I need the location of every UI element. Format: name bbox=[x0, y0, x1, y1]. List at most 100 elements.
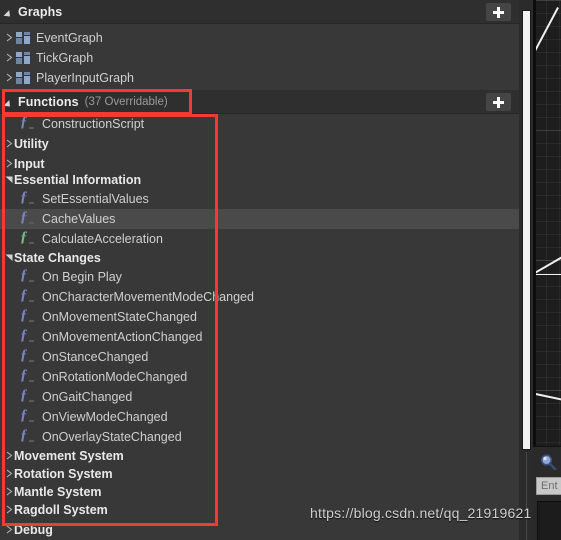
list-item-playerinputgraph[interactable]: PlayerInputGraph bbox=[0, 68, 519, 88]
expander-icon[interactable] bbox=[2, 248, 14, 268]
category-label: Input bbox=[14, 157, 45, 171]
list-item-label: OnStanceChanged bbox=[42, 350, 149, 364]
category-label: Movement System bbox=[14, 449, 124, 463]
list-item-label: OnViewModeChanged bbox=[42, 410, 168, 424]
category-row-essential-information[interactable]: Essential Information bbox=[0, 170, 519, 190]
function-icon: ƒ bbox=[20, 387, 36, 405]
list-item-label: CalculateAcceleration bbox=[42, 232, 163, 246]
chevron-down-icon bbox=[5, 176, 13, 183]
category-label: Mantle System bbox=[14, 485, 102, 499]
chevron-down-icon bbox=[5, 254, 13, 261]
list-item-label: OnGaitChanged bbox=[42, 390, 133, 404]
chevron-right-icon bbox=[6, 469, 13, 478]
list-item-onmovementstatechanged[interactable]: ƒ OnMovementStateChanged bbox=[0, 307, 519, 327]
list-item-label: CacheValues bbox=[42, 212, 116, 226]
category-row-mantle-system[interactable]: Mantle System bbox=[0, 482, 519, 502]
chevron-right-icon bbox=[6, 159, 13, 168]
function-icon: ƒ bbox=[20, 347, 36, 365]
function-icon: ƒ bbox=[20, 229, 36, 247]
expander-icon[interactable] bbox=[2, 446, 14, 466]
list-item-eventgraph[interactable]: EventGraph bbox=[0, 28, 519, 48]
expander-icon[interactable] bbox=[2, 48, 14, 68]
search-icon[interactable] bbox=[539, 453, 557, 471]
category-label: Debug bbox=[14, 523, 53, 537]
chevron-right-icon bbox=[6, 73, 13, 82]
graph-icon bbox=[16, 32, 31, 44]
list-item-label: PlayerInputGraph bbox=[36, 71, 134, 85]
graph-icon bbox=[16, 72, 31, 84]
chevron-down-icon[interactable] bbox=[5, 7, 15, 17]
category-row-utility[interactable]: Utility bbox=[0, 134, 519, 154]
expander-icon[interactable] bbox=[2, 134, 14, 154]
graph-wire bbox=[533, 274, 561, 275]
watermark-text: https://blog.csdn.net/qq_21919621 bbox=[310, 505, 532, 521]
panel-scrollbar[interactable] bbox=[519, 0, 533, 540]
category-label: Rotation System bbox=[14, 467, 113, 481]
list-item-label: TickGraph bbox=[36, 51, 94, 65]
chevron-right-icon bbox=[6, 451, 13, 460]
panel-scrollbar-thumb[interactable] bbox=[522, 10, 531, 450]
add-graph-button[interactable] bbox=[486, 3, 511, 21]
list-item-constructionscript[interactable]: ƒ ConstructionScript bbox=[0, 114, 519, 134]
list-item-tickgraph[interactable]: TickGraph bbox=[0, 48, 519, 68]
function-icon: ƒ bbox=[20, 327, 36, 345]
list-item-label: SetEssentialValues bbox=[42, 192, 149, 206]
function-icon: ƒ bbox=[20, 209, 36, 227]
list-item-onstancechanged[interactable]: ƒ OnStanceChanged bbox=[0, 347, 519, 367]
add-function-button[interactable] bbox=[486, 93, 511, 111]
my-blueprint-panel: Graphs EventGraph TickGraph PlayerInputG… bbox=[0, 0, 519, 540]
list-item-label: OnRotationModeChanged bbox=[42, 370, 188, 384]
list-item-label: ConstructionScript bbox=[42, 117, 145, 131]
function-icon: ƒ bbox=[20, 114, 36, 132]
list-item-label: OnCharacterMovementModeChanged bbox=[42, 290, 254, 304]
plus-icon bbox=[493, 96, 504, 108]
chevron-right-icon bbox=[6, 505, 13, 514]
category-label: Essential Information bbox=[14, 173, 142, 187]
category-row-rotation-system[interactable]: Rotation System bbox=[0, 464, 519, 484]
list-item-oncharactermovementmodechanged[interactable]: ƒ OnCharacterMovementModeChanged bbox=[0, 287, 519, 307]
category-label: Utility bbox=[14, 137, 49, 151]
list-item-onoverlaystatechanged[interactable]: ƒ OnOverlayStateChanged bbox=[0, 427, 519, 447]
category-row-movement-system[interactable]: Movement System bbox=[0, 446, 519, 466]
expander-icon[interactable] bbox=[2, 28, 14, 48]
function-icon: ƒ bbox=[20, 427, 36, 445]
section-subtitle-functions: (37 Overridable) bbox=[84, 95, 168, 108]
function-icon: ƒ bbox=[20, 307, 36, 325]
section-header-graphs[interactable]: Graphs bbox=[0, 0, 519, 24]
chevron-right-icon bbox=[6, 53, 13, 62]
list-item-ongaitchanged[interactable]: ƒ OnGaitChanged bbox=[0, 387, 519, 407]
category-row-debug[interactable]: Debug bbox=[0, 520, 519, 540]
section-title-functions: Functions bbox=[18, 94, 79, 109]
list-item-label: OnMovementActionChanged bbox=[42, 330, 203, 344]
list-item-onrotationmodechanged[interactable]: ƒ OnRotationModeChanged bbox=[0, 367, 519, 387]
list-item-calculateacceleration[interactable]: ƒ CalculateAcceleration bbox=[0, 229, 519, 249]
list-item-label: EventGraph bbox=[36, 31, 103, 45]
list-item-onmovementactionchanged[interactable]: ƒ OnMovementActionChanged bbox=[0, 327, 519, 347]
chevron-right-icon bbox=[6, 487, 13, 496]
list-item-on-begin-play[interactable]: ƒ On Begin Play bbox=[0, 267, 519, 287]
category-label: State Changes bbox=[14, 251, 101, 265]
section-title-graphs: Graphs bbox=[18, 4, 63, 19]
chevron-right-icon bbox=[6, 139, 13, 148]
function-icon: ƒ bbox=[20, 367, 36, 385]
section-header-functions[interactable]: Functions (37 Overridable) bbox=[0, 90, 519, 114]
expander-icon[interactable] bbox=[2, 68, 14, 88]
list-item-setessentialvalues[interactable]: ƒ SetEssentialValues bbox=[0, 189, 519, 209]
list-item-onviewmodechanged[interactable]: ƒ OnViewModeChanged bbox=[0, 407, 519, 427]
function-icon: ƒ bbox=[20, 287, 36, 305]
category-row-state-changes[interactable]: State Changes bbox=[0, 248, 519, 268]
search-input[interactable]: Ent bbox=[536, 477, 561, 495]
search-results-list[interactable] bbox=[537, 501, 561, 540]
list-item-label: On Begin Play bbox=[42, 270, 122, 284]
expander-icon[interactable] bbox=[2, 170, 14, 190]
expander-icon[interactable] bbox=[2, 500, 14, 520]
list-item-cachevalues[interactable]: ƒ CacheValues bbox=[0, 209, 519, 229]
expander-icon[interactable] bbox=[2, 520, 14, 540]
chevron-right-icon bbox=[6, 525, 13, 534]
list-item-label: OnMovementStateChanged bbox=[42, 310, 197, 324]
function-icon: ƒ bbox=[20, 407, 36, 425]
expander-icon[interactable] bbox=[2, 464, 14, 484]
expander-icon[interactable] bbox=[2, 482, 14, 502]
scrollbar-track-line bbox=[526, 452, 527, 540]
chevron-down-icon[interactable] bbox=[5, 97, 15, 107]
